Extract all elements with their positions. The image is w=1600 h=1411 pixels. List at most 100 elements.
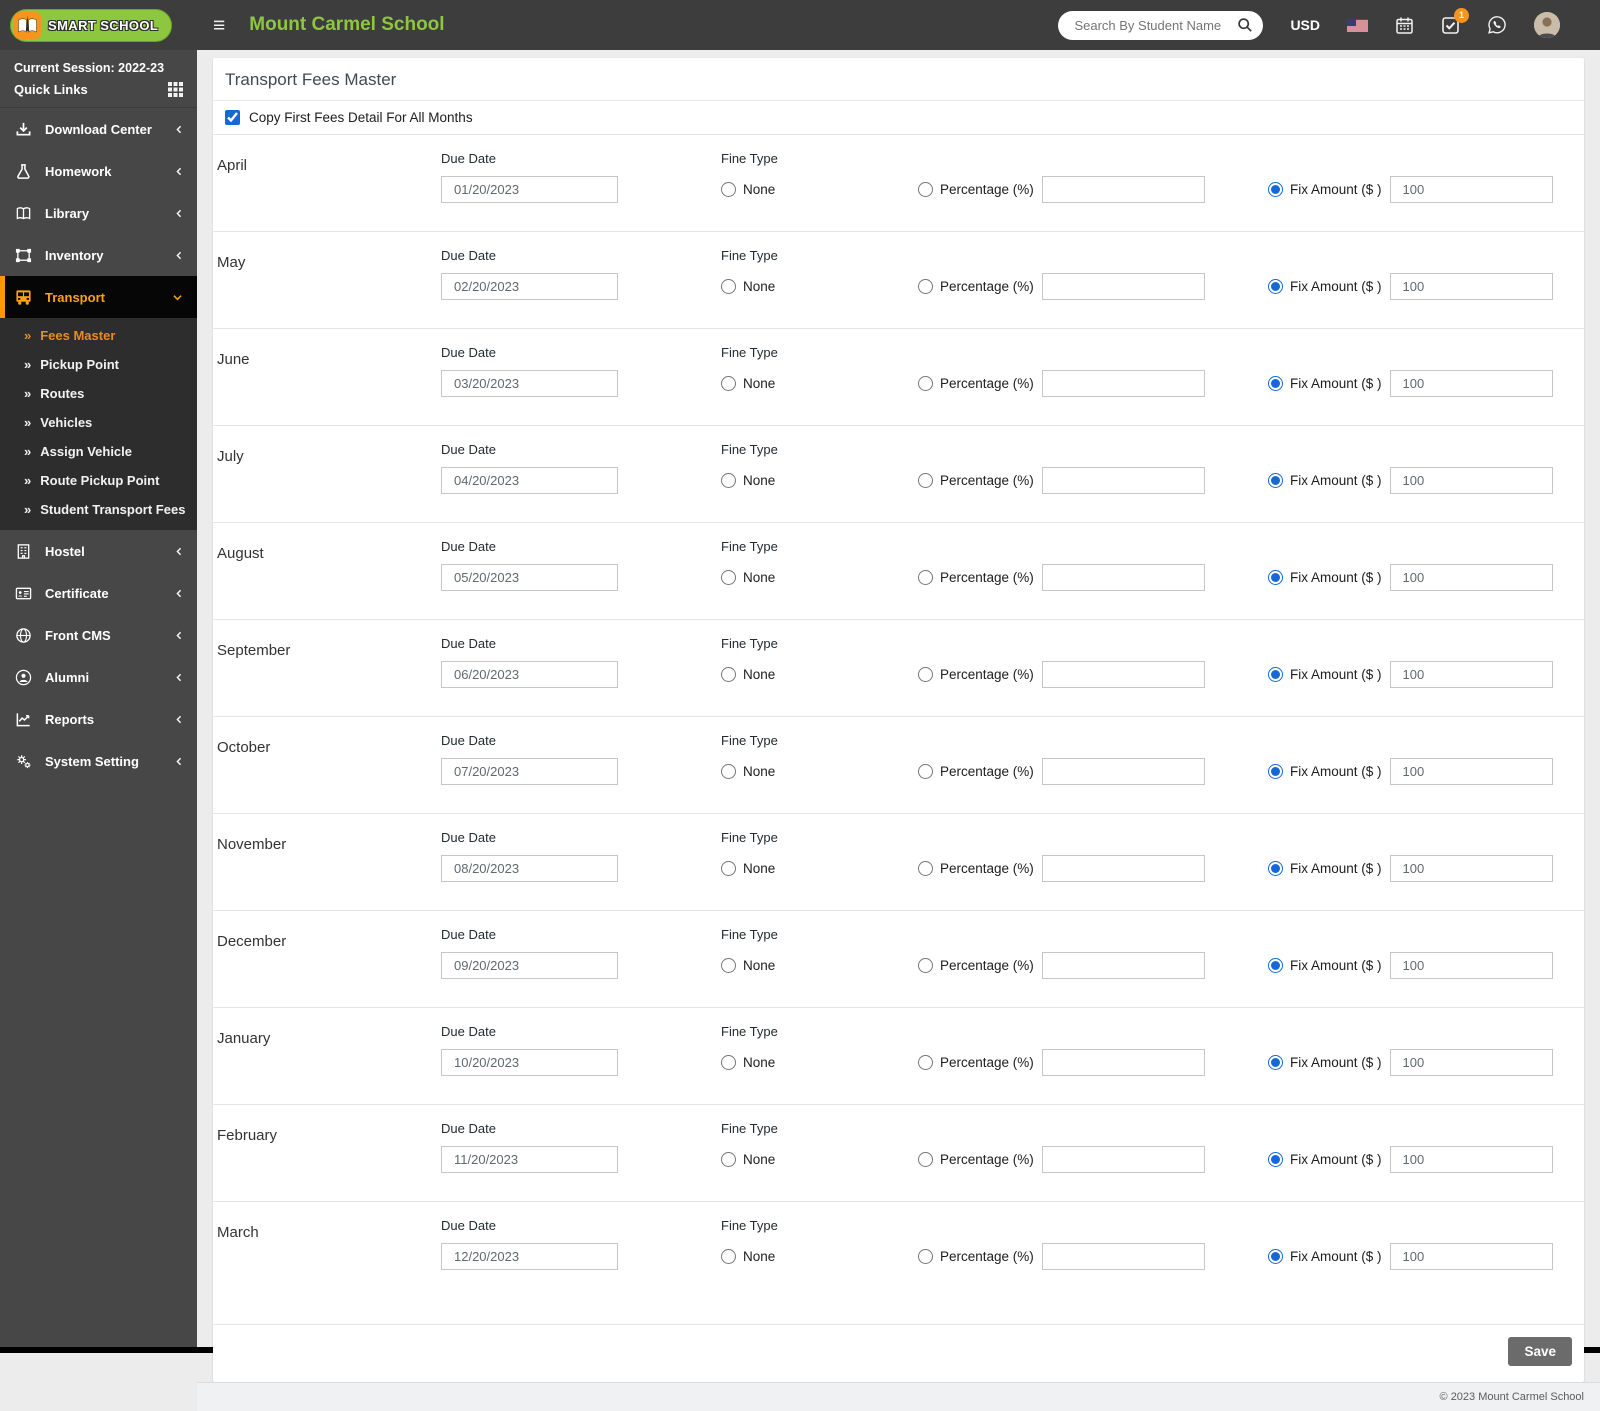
fine-none-option[interactable]: None bbox=[721, 564, 918, 591]
due-date-input[interactable] bbox=[441, 176, 618, 203]
fine-percentage-option[interactable]: Percentage (%) bbox=[918, 1249, 1034, 1264]
percentage-input[interactable] bbox=[1042, 952, 1205, 979]
calendar-icon[interactable] bbox=[1395, 16, 1414, 35]
fix-amount-radio[interactable] bbox=[1268, 667, 1283, 682]
fine-fix-amount-option[interactable]: Fix Amount ($ ) bbox=[1268, 1055, 1382, 1070]
fix-amount-input[interactable] bbox=[1390, 467, 1553, 494]
fix-amount-radio[interactable] bbox=[1268, 1249, 1283, 1264]
fine-none-option[interactable]: None bbox=[721, 1049, 918, 1076]
search-input[interactable] bbox=[1072, 17, 1237, 34]
fine-none-option[interactable]: None bbox=[721, 273, 918, 300]
fix-amount-input[interactable] bbox=[1390, 564, 1553, 591]
percentage-radio[interactable] bbox=[918, 861, 933, 876]
fine-fix-amount-option[interactable]: Fix Amount ($ ) bbox=[1268, 1249, 1382, 1264]
save-button[interactable]: Save bbox=[1508, 1337, 1572, 1366]
whatsapp-icon[interactable] bbox=[1487, 15, 1507, 35]
fix-amount-input[interactable] bbox=[1390, 1243, 1553, 1270]
none-radio[interactable] bbox=[721, 1152, 736, 1167]
percentage-radio[interactable] bbox=[918, 764, 933, 779]
fine-fix-amount-option[interactable]: Fix Amount ($ ) bbox=[1268, 279, 1382, 294]
percentage-input[interactable] bbox=[1042, 855, 1205, 882]
quick-links-grid-icon[interactable] bbox=[168, 82, 183, 97]
fix-amount-radio[interactable] bbox=[1268, 1055, 1283, 1070]
fix-amount-input[interactable] bbox=[1390, 1146, 1553, 1173]
fine-fix-amount-option[interactable]: Fix Amount ($ ) bbox=[1268, 958, 1382, 973]
sidebar-item-homework[interactable]: Homework bbox=[0, 150, 197, 192]
menu-toggle-icon[interactable]: ≡ bbox=[213, 15, 225, 36]
sidebar-item-certificate[interactable]: Certificate bbox=[0, 572, 197, 614]
none-radio[interactable] bbox=[721, 958, 736, 973]
percentage-radio[interactable] bbox=[918, 473, 933, 488]
sidebar-item-front-cms[interactable]: Front CMS bbox=[0, 614, 197, 656]
percentage-radio[interactable] bbox=[918, 279, 933, 294]
percentage-radio[interactable] bbox=[918, 1152, 933, 1167]
fine-percentage-option[interactable]: Percentage (%) bbox=[918, 473, 1034, 488]
due-date-input[interactable] bbox=[441, 273, 618, 300]
fine-percentage-option[interactable]: Percentage (%) bbox=[918, 861, 1034, 876]
sidebar-subitem-routes[interactable]: » Routes bbox=[0, 379, 197, 408]
percentage-input[interactable] bbox=[1042, 273, 1205, 300]
fix-amount-input[interactable] bbox=[1390, 370, 1553, 397]
percentage-input[interactable] bbox=[1042, 758, 1205, 785]
sidebar-item-inventory[interactable]: Inventory bbox=[0, 234, 197, 276]
fine-none-option[interactable]: None bbox=[721, 176, 918, 203]
fix-amount-input[interactable] bbox=[1390, 1049, 1553, 1076]
sidebar-item-system-setting[interactable]: System Setting bbox=[0, 740, 197, 782]
percentage-radio[interactable] bbox=[918, 1249, 933, 1264]
sidebar-item-library[interactable]: Library bbox=[0, 192, 197, 234]
sidebar-item-hostel[interactable]: Hostel bbox=[0, 530, 197, 572]
sidebar-item-download-center[interactable]: Download Center bbox=[0, 108, 197, 150]
percentage-input[interactable] bbox=[1042, 370, 1205, 397]
fine-none-option[interactable]: None bbox=[721, 952, 918, 979]
sidebar-subitem-assign-vehicle[interactable]: » Assign Vehicle bbox=[0, 437, 197, 466]
fine-fix-amount-option[interactable]: Fix Amount ($ ) bbox=[1268, 667, 1382, 682]
copy-fees-option[interactable]: Copy First Fees Detail For All Months bbox=[213, 101, 1584, 134]
fix-amount-input[interactable] bbox=[1390, 176, 1553, 203]
percentage-radio[interactable] bbox=[918, 958, 933, 973]
fix-amount-input[interactable] bbox=[1390, 661, 1553, 688]
sidebar-item-transport[interactable]: Transport bbox=[0, 276, 197, 318]
none-radio[interactable] bbox=[721, 861, 736, 876]
fine-percentage-option[interactable]: Percentage (%) bbox=[918, 182, 1034, 197]
fine-percentage-option[interactable]: Percentage (%) bbox=[918, 1055, 1034, 1070]
due-date-input[interactable] bbox=[441, 1243, 618, 1270]
fine-fix-amount-option[interactable]: Fix Amount ($ ) bbox=[1268, 182, 1382, 197]
sidebar-subitem-student-transport-fees[interactable]: » Student Transport Fees bbox=[0, 495, 197, 524]
fix-amount-radio[interactable] bbox=[1268, 861, 1283, 876]
fine-fix-amount-option[interactable]: Fix Amount ($ ) bbox=[1268, 570, 1382, 585]
fix-amount-radio[interactable] bbox=[1268, 1152, 1283, 1167]
fine-fix-amount-option[interactable]: Fix Amount ($ ) bbox=[1268, 473, 1382, 488]
fix-amount-input[interactable] bbox=[1390, 855, 1553, 882]
sidebar-subitem-pickup-point[interactable]: » Pickup Point bbox=[0, 350, 197, 379]
fine-percentage-option[interactable]: Percentage (%) bbox=[918, 667, 1034, 682]
fix-amount-radio[interactable] bbox=[1268, 764, 1283, 779]
fix-amount-radio[interactable] bbox=[1268, 570, 1283, 585]
sidebar-item-reports[interactable]: Reports bbox=[0, 698, 197, 740]
fix-amount-radio[interactable] bbox=[1268, 473, 1283, 488]
fine-percentage-option[interactable]: Percentage (%) bbox=[918, 279, 1034, 294]
percentage-radio[interactable] bbox=[918, 376, 933, 391]
fix-amount-radio[interactable] bbox=[1268, 279, 1283, 294]
percentage-input[interactable] bbox=[1042, 564, 1205, 591]
fix-amount-input[interactable] bbox=[1390, 273, 1553, 300]
none-radio[interactable] bbox=[721, 570, 736, 585]
percentage-radio[interactable] bbox=[918, 570, 933, 585]
due-date-input[interactable] bbox=[441, 1146, 618, 1173]
fine-fix-amount-option[interactable]: Fix Amount ($ ) bbox=[1268, 861, 1382, 876]
copy-fees-checkbox[interactable] bbox=[225, 110, 240, 125]
due-date-input[interactable] bbox=[441, 1049, 618, 1076]
tasks-icon[interactable]: 1 bbox=[1441, 16, 1460, 35]
percentage-input[interactable] bbox=[1042, 1146, 1205, 1173]
fine-percentage-option[interactable]: Percentage (%) bbox=[918, 958, 1034, 973]
fine-fix-amount-option[interactable]: Fix Amount ($ ) bbox=[1268, 764, 1382, 779]
percentage-input[interactable] bbox=[1042, 1243, 1205, 1270]
sidebar-item-alumni[interactable]: Alumni bbox=[0, 656, 197, 698]
percentage-radio[interactable] bbox=[918, 1055, 933, 1070]
fine-percentage-option[interactable]: Percentage (%) bbox=[918, 1152, 1034, 1167]
due-date-input[interactable] bbox=[441, 855, 618, 882]
fine-none-option[interactable]: None bbox=[721, 758, 918, 785]
fine-none-option[interactable]: None bbox=[721, 661, 918, 688]
none-radio[interactable] bbox=[721, 667, 736, 682]
app-logo[interactable]: SMART SCHOOL bbox=[0, 0, 197, 50]
none-radio[interactable] bbox=[721, 764, 736, 779]
